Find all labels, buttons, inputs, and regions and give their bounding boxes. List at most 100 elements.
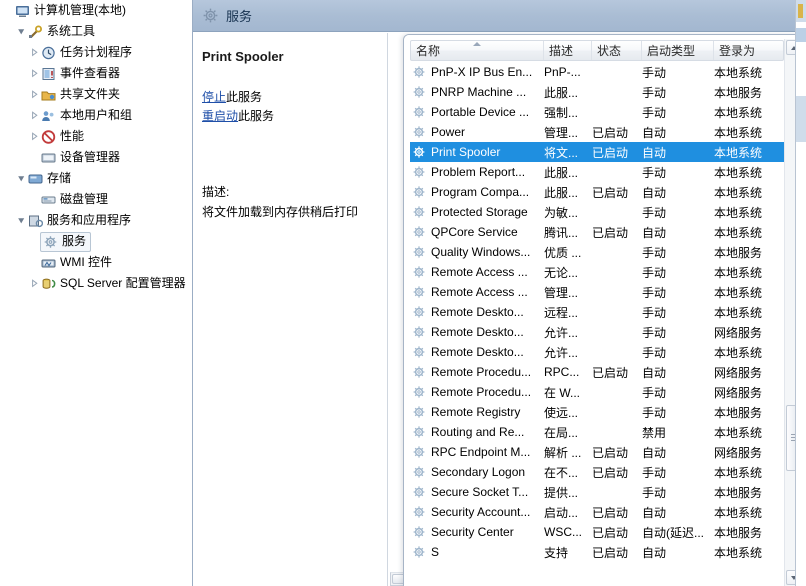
background-window-sliver[interactable] [795, 0, 806, 586]
sidebar-item-1[interactable]: 任务计划程序 [0, 42, 192, 63]
expand-triangle-right-icon[interactable] [28, 132, 40, 141]
tree-item-label: 服务和应用程序 [47, 213, 132, 227]
expand-triangle-down-icon[interactable] [15, 174, 27, 183]
table-row[interactable]: Remote Deskto... 远程... 手动 本地系统 [410, 302, 784, 322]
cell-name: Secure Socket T... [410, 485, 543, 499]
event-viewer-icon [40, 67, 57, 81]
expand-triangle-down-icon[interactable] [15, 27, 27, 36]
service-name-text: Security Center [431, 525, 514, 539]
cell-startup: 禁用 [642, 425, 667, 440]
service-gear-icon [412, 65, 427, 79]
table-row[interactable]: Routing and Re... 在局... 禁用 本地系统 [410, 422, 784, 442]
cell-logon: 本地系统 [714, 205, 763, 220]
cell-logon: 本地系统 [714, 105, 763, 120]
sidebar-item-8[interactable]: 磁盘管理 [0, 189, 192, 210]
table-row[interactable]: Portable Device ... 强制... 手动 本地系统 [410, 102, 784, 122]
tree-item-label: 存储 [47, 171, 72, 185]
gear-icon [42, 235, 59, 249]
cell-name: Remote Access ... [410, 265, 543, 279]
description-text: 将文件加载到内存供稍后打印 [202, 205, 359, 219]
stop-service-link[interactable]: 停止 [202, 90, 226, 104]
table-row[interactable]: Quality Windows... 优质 ... 手动 本地服务 [410, 242, 784, 262]
tree-item-root[interactable]: 计算机管理(本地) [0, 0, 192, 21]
expand-triangle-right-icon[interactable] [28, 69, 40, 78]
column-header-4[interactable]: 登录为 [714, 41, 777, 60]
table-row[interactable]: Print Spooler 将文... 已启动 自动 本地系统 [410, 142, 784, 162]
table-row[interactable]: Remote Access ... 无论... 手动 本地系统 [410, 262, 784, 282]
table-row[interactable]: Remote Procedu... RPC... 已启动 自动 网络服务 [410, 362, 784, 382]
cell-logon: 本地系统 [714, 305, 763, 320]
table-row[interactable]: Power 管理... 已启动 自动 本地系统 [410, 122, 784, 142]
table-row[interactable]: Secondary Logon 在不... 已启动 手动 本地系统 [410, 462, 784, 482]
expand-triangle-right-icon[interactable] [28, 90, 40, 99]
service-name-text: Portable Device ... [431, 105, 530, 119]
table-row[interactable]: Remote Deskto... 允许... 手动 网络服务 [410, 322, 784, 342]
sidebar-item-0[interactable]: 系统工具 [0, 21, 192, 42]
restart-service-link[interactable]: 重启动 [202, 109, 238, 123]
cell-desc: 在局... [544, 425, 579, 440]
table-row[interactable]: Remote Procedu... 在 W... 手动 网络服务 [410, 382, 784, 402]
cell-desc: 此服... [544, 185, 579, 200]
cell-status: 已启动 [592, 125, 629, 140]
cell-name: Quality Windows... [410, 245, 543, 259]
cell-startup: 自动 [642, 445, 667, 460]
table-row[interactable]: Secure Socket T... 提供... 手动 本地服务 [410, 482, 784, 502]
table-row[interactable]: Security Center WSC... 已启动 自动(延迟... 本地服务 [410, 522, 784, 542]
stop-service-line: 停止此服务 [202, 88, 274, 107]
services-apps-icon [27, 214, 44, 228]
cell-name: Protected Storage [410, 205, 543, 219]
service-gear-icon [412, 545, 427, 559]
table-row[interactable]: RPC Endpoint M... 解析 ... 已启动 自动 网络服务 [410, 442, 784, 462]
sidebar-item-2[interactable]: 事件查看器 [0, 63, 192, 84]
service-gear-icon [412, 185, 427, 199]
column-header-3[interactable]: 启动类型 [642, 41, 714, 60]
service-name-text: Program Compa... [431, 185, 530, 199]
cell-name: Routing and Re... [410, 425, 543, 439]
column-header-0[interactable]: 名称 [411, 41, 544, 60]
cell-logon: 本地系统 [714, 65, 763, 80]
expand-triangle-right-icon[interactable] [28, 279, 40, 288]
cell-startup: 手动 [642, 245, 667, 260]
service-gear-icon [412, 525, 427, 539]
list-column-headers: 名称 描述 状态 启动类型 登录为 [410, 40, 784, 61]
cell-logon: 本地系统 [714, 505, 763, 520]
table-row[interactable]: PnP-X IP Bus En... PnP-... 手动 本地系统 [410, 62, 784, 82]
service-gear-icon [412, 465, 427, 479]
service-name-text: Print Spooler [431, 145, 501, 159]
table-row[interactable]: Remote Access ... 管理... 手动 本地系统 [410, 282, 784, 302]
table-row[interactable]: Protected Storage 为敏... 手动 本地系统 [410, 202, 784, 222]
sidebar-item-3[interactable]: 共享文件夹 [0, 84, 192, 105]
column-header-1[interactable]: 描述 [544, 41, 592, 60]
table-row[interactable]: QPCore Service 腾讯... 已启动 自动 本地系统 [410, 222, 784, 242]
table-row[interactable]: Security Account... 启动... 已启动 自动 本地系统 [410, 502, 784, 522]
gear-icon [202, 7, 219, 24]
table-row[interactable]: Remote Deskto... 允许... 手动 本地系统 [410, 342, 784, 362]
sidebar-item-7[interactable]: 存储 [0, 168, 192, 189]
service-name-text: Remote Deskto... [431, 325, 524, 339]
tree-item-label: 计算机管理(本地) [34, 3, 126, 17]
service-gear-icon [412, 405, 427, 419]
cell-logon: 网络服务 [714, 445, 763, 460]
cell-desc: 此服... [544, 165, 579, 180]
sidebar-item-9[interactable]: 服务和应用程序 [0, 210, 192, 231]
cell-logon: 本地系统 [714, 225, 763, 240]
cell-startup: 手动 [642, 385, 667, 400]
sidebar-item-4[interactable]: 本地用户和组 [0, 105, 192, 126]
expand-triangle-right-icon[interactable] [28, 48, 40, 57]
table-row[interactable]: PNRP Machine ... 此服... 手动 本地服务 [410, 82, 784, 102]
cell-name: PNRP Machine ... [410, 85, 543, 99]
table-row[interactable]: S 支持 已启动 自动 本地系统 [410, 542, 784, 562]
sidebar-item-10[interactable]: 服务 [0, 231, 192, 252]
cell-startup: 手动 [642, 205, 667, 220]
expand-triangle-down-icon[interactable] [15, 216, 27, 225]
sidebar-item-11[interactable]: WMI 控件 [0, 252, 192, 273]
table-row[interactable]: Program Compa... 此服... 已启动 自动 本地系统 [410, 182, 784, 202]
column-header-2[interactable]: 状态 [592, 41, 642, 60]
sidebar-item-6[interactable]: 设备管理器 [0, 147, 192, 168]
sidebar-item-12[interactable]: SQL Server 配置管理器 [0, 273, 192, 294]
sidebar-item-5[interactable]: 性能 [0, 126, 192, 147]
expand-triangle-right-icon[interactable] [28, 111, 40, 120]
cell-startup: 手动 [642, 165, 667, 180]
table-row[interactable]: Remote Registry 使远... 手动 本地服务 [410, 402, 784, 422]
table-row[interactable]: Problem Report... 此服... 手动 本地系统 [410, 162, 784, 182]
